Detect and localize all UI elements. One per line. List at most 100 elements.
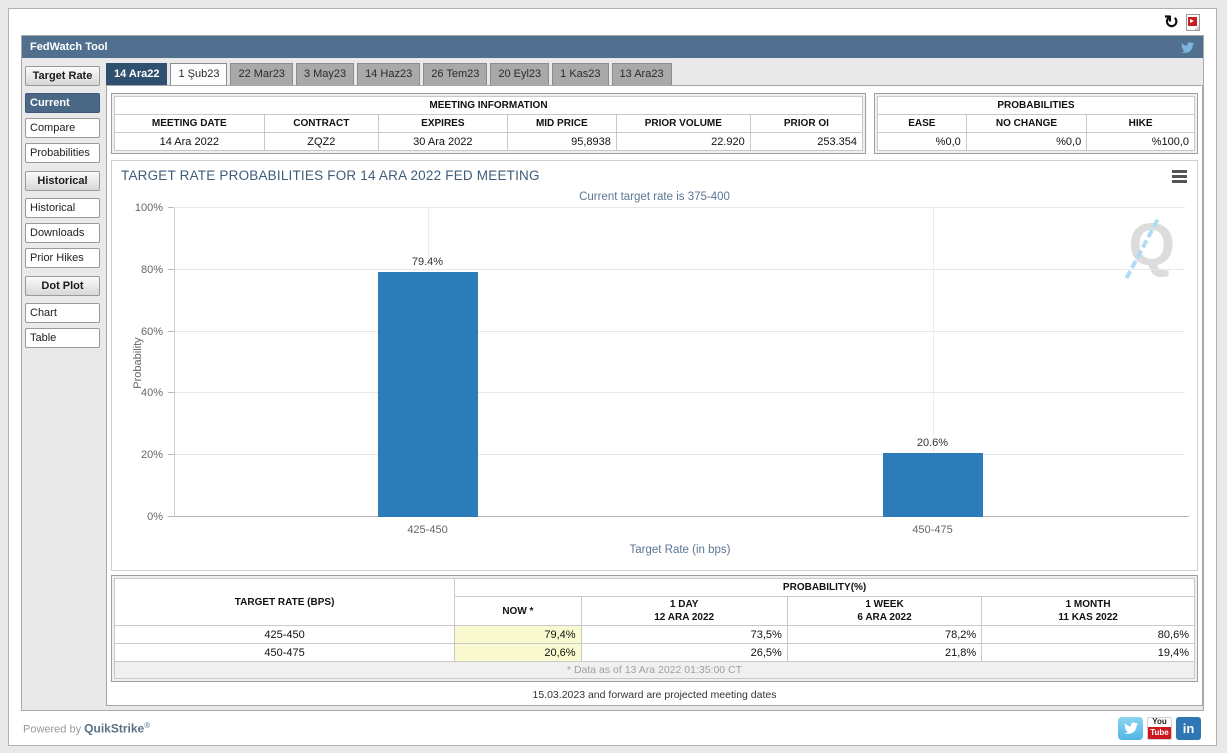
bar-value-label: 79.4%	[378, 256, 478, 268]
meeting-value-row: 14 Ara 2022ZQZ230 Ara 202295,893822.9202…	[115, 133, 863, 151]
probs-header-row: EASENO CHANGEHIKE	[878, 115, 1195, 133]
sidebar: Target Rate Current Compare Probabilities Hi…	[24, 63, 102, 706]
x-category-label: 450-475	[873, 524, 993, 536]
meeting-value-meeting-date: 14 Ara 2022	[115, 133, 265, 151]
x-axis-line	[174, 516, 1189, 517]
meeting-title: MEETING INFORMATION	[115, 97, 863, 115]
probability-detail-table: TARGET RATE (BPS)PROBABILITY(%)NOW *1 DA…	[111, 575, 1198, 682]
twitter-footer-icon[interactable]	[1118, 717, 1143, 740]
refresh-icon[interactable]: ↻	[1164, 13, 1179, 31]
tab-20-eyl23[interactable]: 20 Eyl23	[490, 63, 549, 85]
sidebar-item-table[interactable]: Table	[25, 328, 100, 348]
probs-value-row: %0,0%0,0%100,0	[878, 133, 1195, 151]
detail-rate-header: TARGET RATE (BPS)	[115, 579, 455, 626]
gridline-h	[175, 392, 1185, 393]
sidebar-item-probabilities[interactable]: Probabilities	[25, 143, 100, 163]
probabilities-summary-table: PROBABILITIESEASENO CHANGEHIKE%0,0%0,0%1…	[874, 93, 1198, 154]
sidebar-item-chart[interactable]: Chart	[25, 303, 100, 323]
pdf-export-icon[interactable]	[1186, 14, 1200, 31]
probs-title: PROBABILITIES	[878, 97, 1195, 115]
meeting-col-mid-price: MID PRICE	[507, 115, 616, 133]
y-tick-label: 0%	[147, 511, 163, 523]
quikstrike-watermark-icon: Q	[1140, 208, 1175, 282]
hamburger-menu-icon[interactable]	[1172, 170, 1187, 185]
tab-1-şub23[interactable]: 1 Şub23	[170, 63, 227, 85]
probs-value-hike: %100,0	[1087, 133, 1195, 151]
meeting-value-prior-oi: 253.354	[750, 133, 862, 151]
main-panel: MEETING INFORMATIONMEETING DATECONTRACTE…	[106, 85, 1203, 706]
sidebar-item-historical[interactable]: Historical	[25, 198, 100, 218]
detail-row-425-450: 425-45079,4%73,5%78,2%80,6%	[115, 626, 1195, 644]
detail-now: 79,4%	[455, 626, 581, 644]
fedwatch-window: ↻ FedWatch Tool Target Rate Current Compar…	[8, 8, 1217, 746]
content-area: Target Rate Current Compare Probabilities Hi…	[22, 58, 1203, 710]
page-fold-icon	[1194, 25, 1199, 30]
y-tick	[168, 392, 174, 393]
youtube-icon[interactable]: YouTube	[1147, 717, 1172, 740]
sidebar-item-current[interactable]: Current	[25, 93, 100, 113]
bar-value-label: 20.6%	[883, 437, 983, 449]
detail-group-header: PROBABILITY(%)	[455, 579, 1195, 597]
probs-value-ease: %0,0	[878, 133, 967, 151]
probs-col-ease: EASE	[878, 115, 967, 133]
y-tick	[168, 331, 174, 332]
tab-14-ara22[interactable]: 14 Ara22	[106, 63, 167, 85]
gridline-h	[175, 207, 1185, 208]
tab-22-mar23[interactable]: 22 Mar23	[230, 63, 292, 85]
tab-3-may23[interactable]: 3 May23	[296, 63, 354, 85]
gridline-h	[175, 269, 1185, 270]
data-asof-row: * Data as of 13 Ara 2022 01:35:00 CT	[115, 662, 1195, 679]
sidebar-item-prior-hikes[interactable]: Prior Hikes	[25, 248, 100, 268]
detail-header-row-1: TARGET RATE (BPS)PROBABILITY(%)	[115, 579, 1195, 597]
y-tick-label: 20%	[141, 449, 163, 461]
plot-area: Probability Target Rate (in bps) Q 0%20%…	[175, 208, 1185, 517]
meeting-tabs: 14 Ara221 Şub2322 Mar233 May2314 Haz2326…	[106, 63, 1203, 85]
detail-rate: 450-475	[115, 644, 455, 662]
sidebar-group-target-rate: Target Rate	[25, 66, 100, 86]
quikstrike-brand: QuikStrike	[84, 721, 144, 735]
y-tick-label: 80%	[141, 264, 163, 276]
tab-13-ara23[interactable]: 13 Ara23	[612, 63, 672, 85]
tab-26-tem23[interactable]: 26 Tem23	[423, 63, 487, 85]
meeting-col-expires: EXPIRES	[379, 115, 508, 133]
twitter-icon[interactable]	[1180, 41, 1195, 54]
probs-col-hike: HIKE	[1087, 115, 1195, 133]
probability-chart: TARGET RATE PROBABILITIES FOR 14 ARA 202…	[111, 160, 1198, 571]
detail-rate: 425-450	[115, 626, 455, 644]
sidebar-item-downloads[interactable]: Downloads	[25, 223, 100, 243]
footer-bar: Powered by QuikStrike® YouTube in	[9, 711, 1216, 745]
y-tick-label: 100%	[135, 202, 163, 214]
info-tables-row: MEETING INFORMATIONMEETING DATECONTRACTE…	[107, 86, 1202, 154]
meeting-value-contract: ZQZ2	[264, 133, 378, 151]
chart-subtitle: Current target rate is 375-400	[112, 191, 1197, 203]
y-tick	[168, 454, 174, 455]
social-links: YouTube in	[1118, 717, 1201, 740]
detail-1month: 80,6%	[982, 626, 1195, 644]
sidebar-item-compare[interactable]: Compare	[25, 118, 100, 138]
detail-col-now: NOW *	[455, 597, 581, 626]
tab-14-haz23[interactable]: 14 Haz23	[357, 63, 420, 85]
meeting-value-expires: 30 Ara 2022	[379, 133, 508, 151]
detail-row-450-475: 450-47520,6%26,5%21,8%19,4%	[115, 644, 1195, 662]
probability-detail-section: TARGET RATE (BPS)PROBABILITY(%)NOW *1 DA…	[111, 575, 1198, 705]
detail-1day: 26,5%	[581, 644, 787, 662]
meeting-value-mid-price: 95,8938	[507, 133, 616, 151]
detail-now: 20,6%	[455, 644, 581, 662]
y-tick	[168, 516, 174, 517]
tab-1-kas23[interactable]: 1 Kas23	[552, 63, 608, 85]
detail-1month: 19,4%	[982, 644, 1195, 662]
meeting-value-prior-volume: 22.920	[616, 133, 750, 151]
detail-col-1-day: 1 DAY12 ARA 2022	[581, 597, 787, 626]
detail-col-1-week: 1 WEEK6 ARA 2022	[787, 597, 981, 626]
meeting-col-prior-volume: PRIOR VOLUME	[616, 115, 750, 133]
linkedin-icon[interactable]: in	[1176, 717, 1201, 740]
x-category-label: 425-450	[368, 524, 488, 536]
meeting-header-row: MEETING DATECONTRACTEXPIRESMID PRICEPRIO…	[115, 115, 863, 133]
meeting-col-contract: CONTRACT	[264, 115, 378, 133]
main-area: 14 Ara221 Şub2322 Mar233 May2314 Haz2326…	[106, 63, 1203, 706]
gridline-h	[175, 331, 1185, 332]
y-axis-line	[174, 208, 175, 517]
probs-col-no-change: NO CHANGE	[966, 115, 1086, 133]
fedwatch-titlebar: FedWatch Tool	[22, 36, 1203, 58]
chart-title: TARGET RATE PROBABILITIES FOR 14 ARA 202…	[121, 168, 540, 183]
